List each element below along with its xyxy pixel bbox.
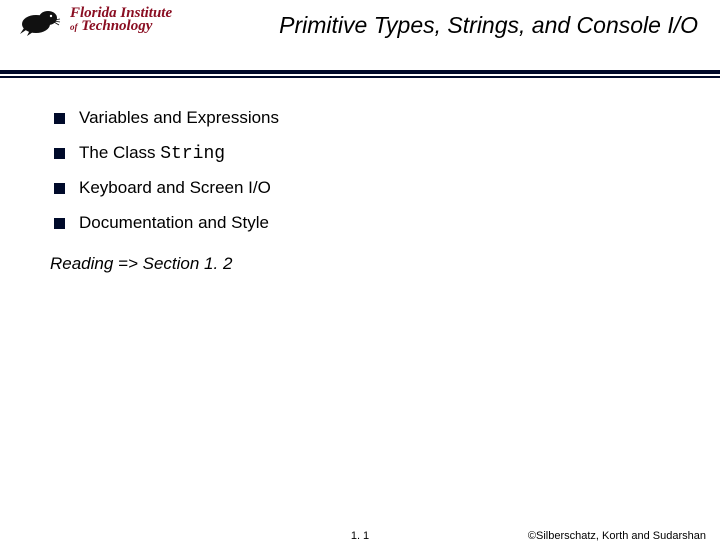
panther-icon: [18, 6, 64, 38]
header-rule-thick: [0, 70, 720, 74]
bullet-text: Keyboard and Screen I/O: [79, 178, 271, 199]
logo-line-2: of Technology: [70, 19, 172, 34]
reading-note: Reading => Section 1. 2: [50, 254, 680, 274]
header-rule-thin: [0, 76, 720, 78]
square-bullet-icon: [54, 148, 65, 159]
bullet-item: The Class String: [54, 143, 680, 164]
bullet-item: Documentation and Style: [54, 213, 680, 234]
square-bullet-icon: [54, 183, 65, 194]
institution-logo: Florida Institute of Technology: [18, 6, 172, 38]
bullet-item: Keyboard and Screen I/O: [54, 178, 680, 199]
bullet-item: Variables and Expressions: [54, 108, 680, 129]
slide-title: Primitive Types, Strings, and Console I/…: [279, 12, 698, 38]
logo-text: Florida Institute of Technology: [70, 6, 172, 34]
square-bullet-icon: [54, 218, 65, 229]
bullet-text: Variables and Expressions: [79, 108, 279, 129]
bullet-text: Documentation and Style: [79, 213, 269, 234]
bullet-text: The Class String: [79, 143, 225, 164]
copyright-text: ©Silberschatz, Korth and Sudarshan: [528, 530, 706, 542]
page-number: 1. 1: [351, 530, 369, 542]
slide-body: Variables and Expressions The Class Stri…: [54, 108, 680, 274]
square-bullet-icon: [54, 113, 65, 124]
slide-header: Florida Institute of Technology Primitiv…: [0, 0, 720, 78]
